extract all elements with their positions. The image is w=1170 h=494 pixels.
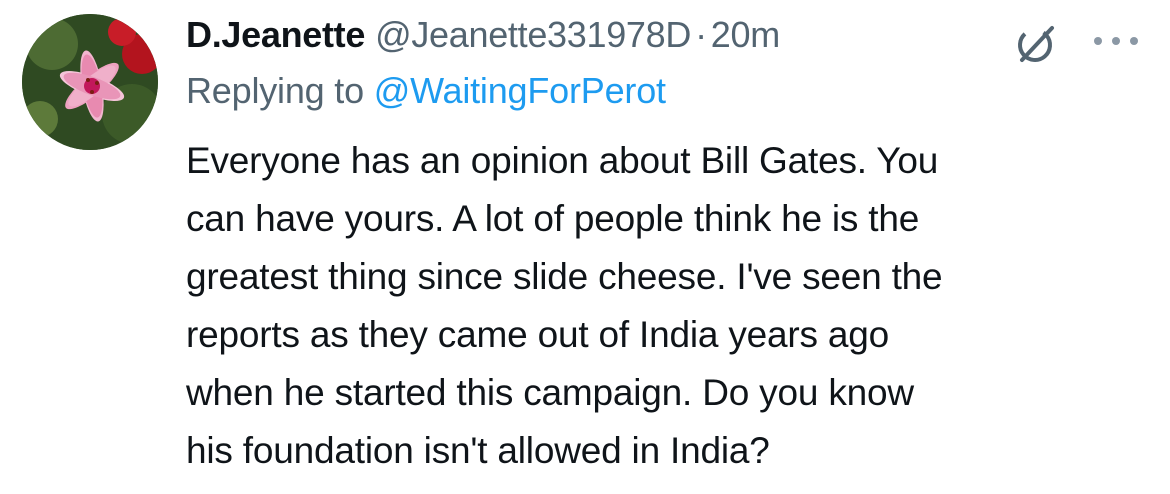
- user-handle[interactable]: @Jeanette331978D: [375, 12, 691, 58]
- more-options-icon[interactable]: [1094, 26, 1138, 56]
- tweet-text: Everyone has an opinion about Bill Gates…: [186, 132, 1126, 480]
- separator-dot: ·: [695, 14, 707, 55]
- tweet-text-line: greatest thing since slide cheese. I've …: [186, 256, 943, 297]
- tweet-text-line: reports as they came out of India years …: [186, 314, 890, 355]
- timestamp[interactable]: 20m: [711, 12, 780, 58]
- tweet[interactable]: D.Jeanette @Jeanette331978D · 20m Replyi…: [0, 0, 1170, 494]
- tweet-text-line: can have yours. A lot of people think he…: [186, 198, 920, 239]
- more-dot-icon: [1094, 37, 1102, 45]
- tweet-content: D.Jeanette @Jeanette331978D · 20m Replyi…: [186, 12, 1154, 480]
- tweet-text-line: his foundation isn't allowed in India?: [186, 430, 770, 471]
- tweet-text-line: when he started this campaign. Do you kn…: [186, 372, 914, 413]
- replying-to: Replying to @WaitingForPerot: [186, 68, 1154, 114]
- display-name[interactable]: D.Jeanette: [186, 12, 365, 58]
- more-dot-icon: [1130, 37, 1138, 45]
- grok-icon[interactable]: [1012, 20, 1060, 68]
- avatar[interactable]: [22, 14, 158, 150]
- replying-prefix: Replying to: [186, 70, 364, 111]
- avatar-lily-image: [22, 14, 158, 150]
- tweet-text-line: Everyone has an opinion about Bill Gates…: [186, 140, 939, 181]
- tweet-header: D.Jeanette @Jeanette331978D · 20m: [186, 12, 1154, 58]
- more-dot-icon: [1112, 37, 1120, 45]
- reply-mention-link[interactable]: @WaitingForPerot: [374, 70, 666, 111]
